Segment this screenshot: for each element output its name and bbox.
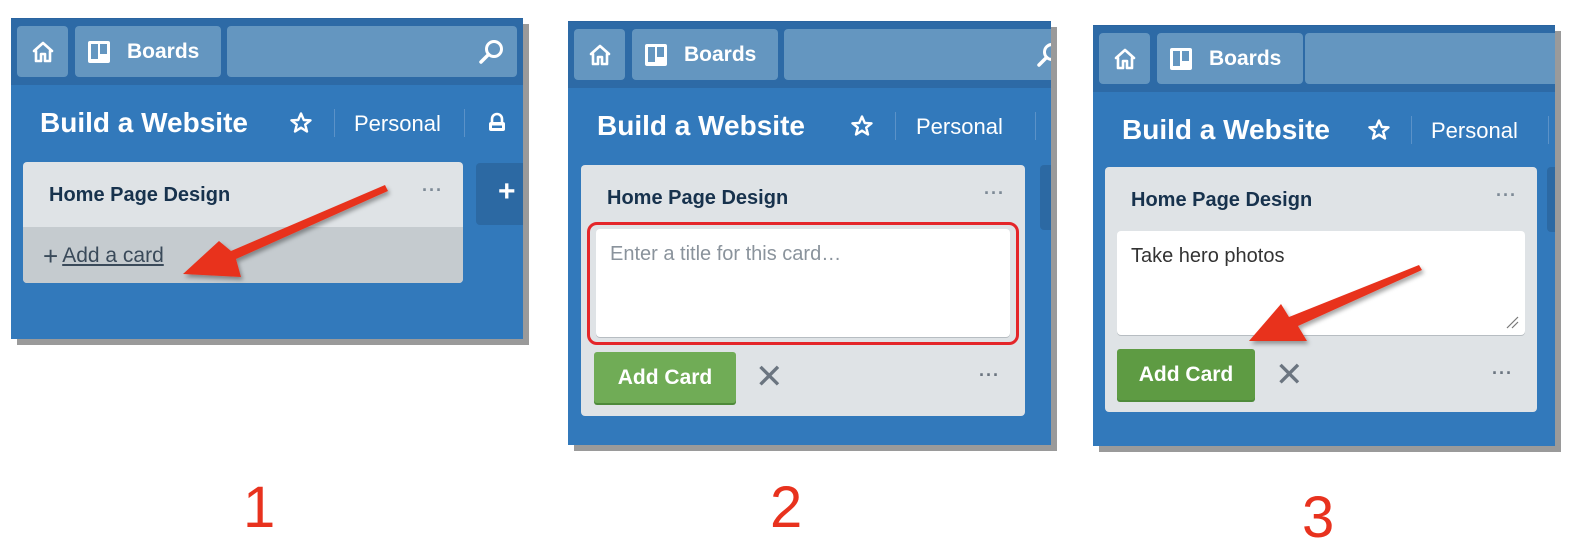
star-icon[interactable] bbox=[850, 114, 874, 138]
plus-icon: + bbox=[498, 175, 516, 208]
divider bbox=[334, 109, 335, 137]
step-number-2: 2 bbox=[770, 475, 803, 540]
boards-button[interactable]: Boards bbox=[1157, 33, 1303, 84]
search-input[interactable] bbox=[1305, 33, 1555, 84]
boards-label: Boards bbox=[684, 42, 757, 66]
divider bbox=[464, 109, 465, 137]
next-list-stub bbox=[1547, 167, 1555, 232]
boards-icon bbox=[88, 40, 110, 63]
boards-button[interactable]: Boards bbox=[632, 29, 778, 80]
search-input[interactable] bbox=[784, 29, 1051, 80]
add-another-list-button[interactable]: + bbox=[476, 163, 523, 225]
search-icon bbox=[479, 40, 503, 64]
step-number-3: 3 bbox=[1302, 485, 1335, 550]
search-icon bbox=[1037, 43, 1051, 67]
step-2-screenshot: Boards Build a Website Personal Home Pag… bbox=[568, 21, 1051, 445]
boards-label: Boards bbox=[127, 39, 200, 63]
lock-icon[interactable] bbox=[486, 112, 508, 134]
search-input[interactable] bbox=[227, 26, 517, 77]
list-home-page-design: Home Page Design ··· + Add a card bbox=[23, 162, 463, 283]
board-header-bar: Boards bbox=[568, 22, 1051, 88]
composer-menu-button[interactable]: ··· bbox=[979, 365, 1000, 386]
add-a-card-button[interactable]: + Add a card bbox=[23, 227, 463, 283]
board-title[interactable]: Build a Website bbox=[597, 110, 805, 142]
list-title[interactable]: Home Page Design bbox=[1131, 189, 1312, 212]
close-icon[interactable]: ✕ bbox=[1275, 358, 1304, 392]
step-number-1: 1 bbox=[243, 475, 276, 540]
home-icon bbox=[1114, 48, 1135, 69]
home-icon bbox=[32, 41, 53, 62]
resize-grip-icon[interactable] bbox=[1505, 315, 1519, 329]
next-list-stub bbox=[1040, 165, 1051, 230]
board-header-bar: Boards bbox=[1093, 26, 1555, 92]
divider bbox=[1411, 116, 1412, 144]
boards-icon bbox=[645, 43, 667, 66]
step-3-screenshot: Boards Build a Website Personal Home Pag… bbox=[1093, 25, 1555, 446]
close-icon[interactable]: ✕ bbox=[755, 360, 784, 394]
card-title-input[interactable]: Take hero photos bbox=[1117, 231, 1525, 335]
add-card-button[interactable]: Add Card bbox=[1117, 349, 1255, 400]
list-title[interactable]: Home Page Design bbox=[607, 187, 788, 210]
board-title[interactable]: Build a Website bbox=[1122, 114, 1330, 146]
list-menu-button[interactable]: ··· bbox=[422, 180, 443, 201]
plus-icon: + bbox=[43, 241, 59, 271]
divider bbox=[1548, 116, 1549, 144]
boards-label: Boards bbox=[1209, 46, 1282, 70]
card-title-value: Take hero photos bbox=[1131, 245, 1285, 267]
list-title[interactable]: Home Page Design bbox=[49, 184, 230, 207]
add-a-card-label[interactable]: Add a card bbox=[62, 244, 164, 268]
home-icon bbox=[589, 44, 610, 65]
home-button[interactable] bbox=[574, 29, 625, 80]
board-title[interactable]: Build a Website bbox=[40, 107, 248, 139]
star-icon[interactable] bbox=[1367, 118, 1391, 142]
board-header-bar: Boards bbox=[11, 19, 523, 85]
divider bbox=[895, 112, 896, 140]
divider bbox=[1035, 112, 1036, 140]
step-1-screenshot: Boards Build a Website Personal Home Pag… bbox=[11, 18, 523, 339]
composer-menu-button[interactable]: ··· bbox=[1492, 363, 1513, 384]
list-menu-button[interactable]: ··· bbox=[1496, 185, 1517, 206]
visibility-personal-button[interactable]: Personal bbox=[354, 111, 441, 137]
visibility-personal-button[interactable]: Personal bbox=[916, 114, 1003, 140]
star-icon[interactable] bbox=[289, 111, 313, 135]
card-title-input[interactable]: Enter a title for this card… bbox=[596, 229, 1010, 337]
list-home-page-design: Home Page Design ··· Enter a title for t… bbox=[581, 165, 1025, 416]
visibility-personal-button[interactable]: Personal bbox=[1431, 118, 1518, 144]
list-home-page-design: Home Page Design ··· Take hero photos Ad… bbox=[1105, 167, 1537, 412]
home-button[interactable] bbox=[17, 26, 68, 77]
list-menu-button[interactable]: ··· bbox=[984, 183, 1005, 204]
add-card-button[interactable]: Add Card bbox=[594, 352, 736, 403]
boards-button[interactable]: Boards bbox=[75, 26, 221, 77]
boards-icon bbox=[1170, 47, 1192, 70]
home-button[interactable] bbox=[1099, 33, 1150, 84]
